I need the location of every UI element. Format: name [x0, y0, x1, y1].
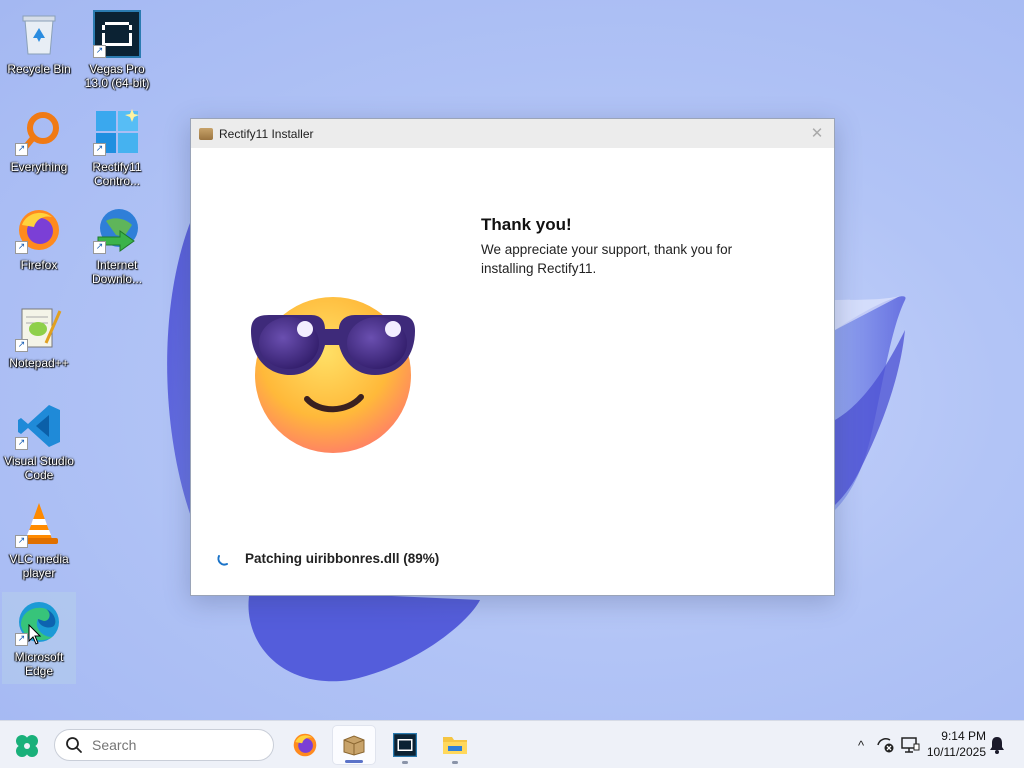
taskbar-search[interactable]	[54, 729, 274, 761]
sunglasses-smiley-emoji-icon	[251, 297, 415, 453]
taskbar-app-rectify11-installer[interactable]	[332, 725, 376, 765]
desktop-icon-vlc[interactable]: ↗ VLC media player	[2, 494, 76, 586]
shortcut-arrow-icon: ↗	[93, 45, 106, 58]
desktop-icon-label: VLC media player	[9, 552, 69, 580]
vlc-icon: ↗	[15, 500, 63, 548]
window-title: Rectify11 Installer	[219, 126, 314, 141]
installer-box-icon	[199, 127, 213, 140]
window-titlebar[interactable]: Rectify11 Installer ✕	[191, 119, 834, 148]
desktop-icon-recycle-bin[interactable]: Recycle Bin	[2, 4, 76, 96]
firefox-icon	[293, 733, 317, 757]
installer-window: Rectify11 Installer ✕ Thank you! We appr…	[190, 118, 835, 596]
thank-you-message: We appreciate your support, thank you fo…	[481, 242, 733, 276]
shortcut-arrow-icon: ↗	[93, 143, 106, 156]
thank-you-heading: Thank you!	[481, 215, 572, 234]
close-button[interactable]: ✕	[808, 124, 826, 142]
rectify11-control-panel-icon: ↗	[93, 108, 141, 156]
loading-spinner-icon	[217, 555, 228, 566]
start-menu-clover-icon[interactable]	[14, 733, 40, 759]
everything-search-icon: ↗	[15, 108, 63, 156]
recycle-bin-icon	[15, 10, 63, 58]
running-indicator	[452, 761, 458, 764]
vegas-pro-icon	[393, 733, 417, 757]
desktop-icon-rectify11-control[interactable]: ↗ Rectify11 Contro...	[80, 102, 154, 194]
clock-time: 9:14 PM	[941, 729, 986, 743]
network-disconnected-icon[interactable]	[876, 736, 896, 754]
desktop-icon-firefox[interactable]: ↗ Firefox	[2, 200, 76, 292]
desktop-icon-label: Recycle Bin	[7, 62, 71, 76]
mouse-cursor-icon	[28, 624, 42, 645]
vscode-icon: ↗	[15, 402, 63, 450]
firefox-icon: ↗	[15, 206, 63, 254]
internet-download-manager-icon: ↗	[93, 206, 141, 254]
shortcut-arrow-icon: ↗	[15, 339, 28, 352]
active-indicator	[345, 760, 363, 763]
search-icon	[66, 737, 82, 753]
status-text: Patching uiribbonres.dll (89%)	[245, 550, 440, 566]
taskbar-app-file-explorer[interactable]	[433, 725, 477, 765]
desktop-icon-label: Microsoft Edge	[14, 650, 64, 678]
desktop-icon-label: Internet Downlo...	[91, 258, 143, 286]
vegas-pro-icon: ↗	[93, 10, 141, 58]
desktop-icon-label: Firefox	[20, 258, 58, 272]
desktop-icon-label: Everything	[10, 160, 68, 174]
taskbar-app-vegas-pro[interactable]	[383, 725, 427, 765]
desktop-icon-label: Rectify11 Contro...	[92, 160, 142, 188]
installer-box-icon	[343, 735, 365, 756]
taskbar-app-firefox[interactable]	[283, 725, 327, 765]
shortcut-arrow-icon: ↗	[15, 241, 28, 254]
search-input[interactable]	[92, 737, 252, 753]
running-indicator	[402, 761, 408, 764]
notepad-plus-plus-icon: ↗	[15, 304, 63, 352]
shortcut-arrow-icon: ↗	[15, 143, 28, 156]
desktop-icon-label: Visual Studio Code	[4, 454, 74, 482]
desktop-icon-internet-download-manager[interactable]: ↗ Internet Downlo...	[80, 200, 154, 292]
clock-date: 10/11/2025	[926, 745, 986, 759]
desktop-icon-visual-studio-code[interactable]: ↗ Visual Studio Code	[2, 396, 76, 488]
system-tray: ^	[852, 721, 920, 768]
shortcut-arrow-icon: ↗	[15, 535, 28, 548]
show-hidden-icons-chevron[interactable]: ^	[852, 738, 870, 753]
shortcut-arrow-icon: ↗	[15, 633, 28, 646]
desktop-icon-label: Notepad++	[9, 356, 69, 370]
desktop-icon-everything[interactable]: ↗ Everything	[2, 102, 76, 194]
display-icon[interactable]	[900, 736, 920, 754]
desktop-icon-vegas-pro[interactable]: ↗ Vegas Pro 13.0 (64-bit)	[80, 4, 154, 96]
notification-bell-icon[interactable]	[989, 736, 1005, 754]
desktop-icon-label: Vegas Pro 13.0 (64-bit)	[84, 62, 150, 90]
folder-icon	[443, 737, 467, 754]
install-status: Patching uiribbonres.dll (89%)	[217, 550, 439, 566]
shortcut-arrow-icon: ↗	[15, 437, 28, 450]
desktop-icon-notepad-plus-plus[interactable]: ↗ Notepad++	[2, 298, 76, 390]
shortcut-arrow-icon: ↗	[93, 241, 106, 254]
taskbar: ^ 9:14 PM 10/11/2025	[0, 720, 1024, 768]
taskbar-clock[interactable]: 9:14 PM 10/11/2025	[920, 728, 986, 760]
